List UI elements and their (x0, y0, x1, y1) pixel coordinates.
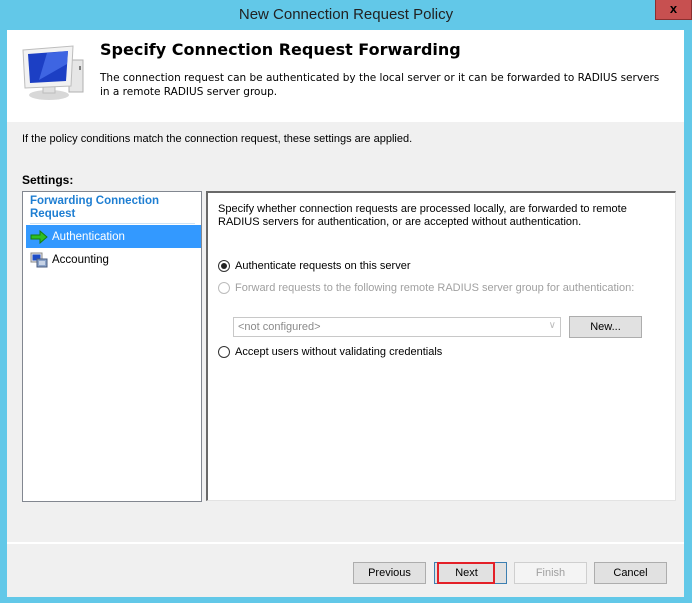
server-group-select[interactable]: <not configured> ∨ (233, 317, 561, 337)
nav-item-authentication[interactable]: Authentication (26, 225, 201, 248)
radio-label: Authenticate requests on this server (235, 260, 411, 272)
close-button[interactable]: x (655, 0, 692, 20)
panel-description: Specify whether connection requests are … (218, 203, 627, 228)
finish-button[interactable]: Finish (514, 562, 587, 584)
settings-label: Settings: (22, 173, 74, 187)
page-title: Specify Connection Request Forwarding (100, 40, 461, 59)
window-title: New Connection Request Policy (238, 6, 454, 23)
chevron-down-icon: ∨ (548, 320, 556, 331)
nav-item-accounting[interactable]: Accounting (26, 248, 201, 271)
radio-button[interactable] (218, 282, 230, 294)
wizard-header: Specify Connection Request Forwarding Th… (7, 30, 684, 122)
radio-forward-requests[interactable]: Forward requests to the following remote… (218, 282, 634, 294)
radio-label: Forward requests to the following remote… (235, 282, 635, 294)
radio-button[interactable] (218, 346, 230, 358)
accounting-server-icon (26, 252, 52, 268)
new-server-group-button[interactable]: New... (569, 316, 642, 338)
settings-panel: Specify whether connection requests are … (206, 191, 676, 501)
previous-button[interactable]: Previous (353, 562, 426, 584)
page-description: The connection request can be authentica… (100, 72, 660, 98)
cancel-button[interactable]: Cancel (594, 562, 667, 584)
radio-button-checked[interactable] (218, 260, 230, 272)
intro-text: If the policy conditions match the conne… (22, 133, 413, 145)
server-group-value: <not configured> (238, 321, 321, 333)
title-bar: New Connection Request Policy x (0, 0, 692, 30)
computer-monitor-icon (17, 42, 87, 102)
green-arrow-icon (26, 229, 52, 244)
next-button-label: Next (455, 567, 478, 579)
nav-item-label: Accounting (52, 253, 109, 266)
nav-item-label: Authentication (52, 230, 125, 243)
radio-authenticate-locally[interactable]: Authenticate requests on this server (218, 260, 410, 272)
nav-group-forwarding: Forwarding Connection Request (30, 195, 195, 224)
settings-nav: Forwarding Connection Request Authentica… (22, 191, 202, 502)
dialog-body: Specify Connection Request Forwarding Th… (7, 30, 684, 597)
next-button[interactable]: Next (434, 562, 507, 584)
radio-label: Accept users without validating credenti… (235, 346, 443, 358)
radio-accept-without-validation[interactable]: Accept users without validating credenti… (218, 346, 442, 358)
footer-separator (7, 542, 684, 544)
